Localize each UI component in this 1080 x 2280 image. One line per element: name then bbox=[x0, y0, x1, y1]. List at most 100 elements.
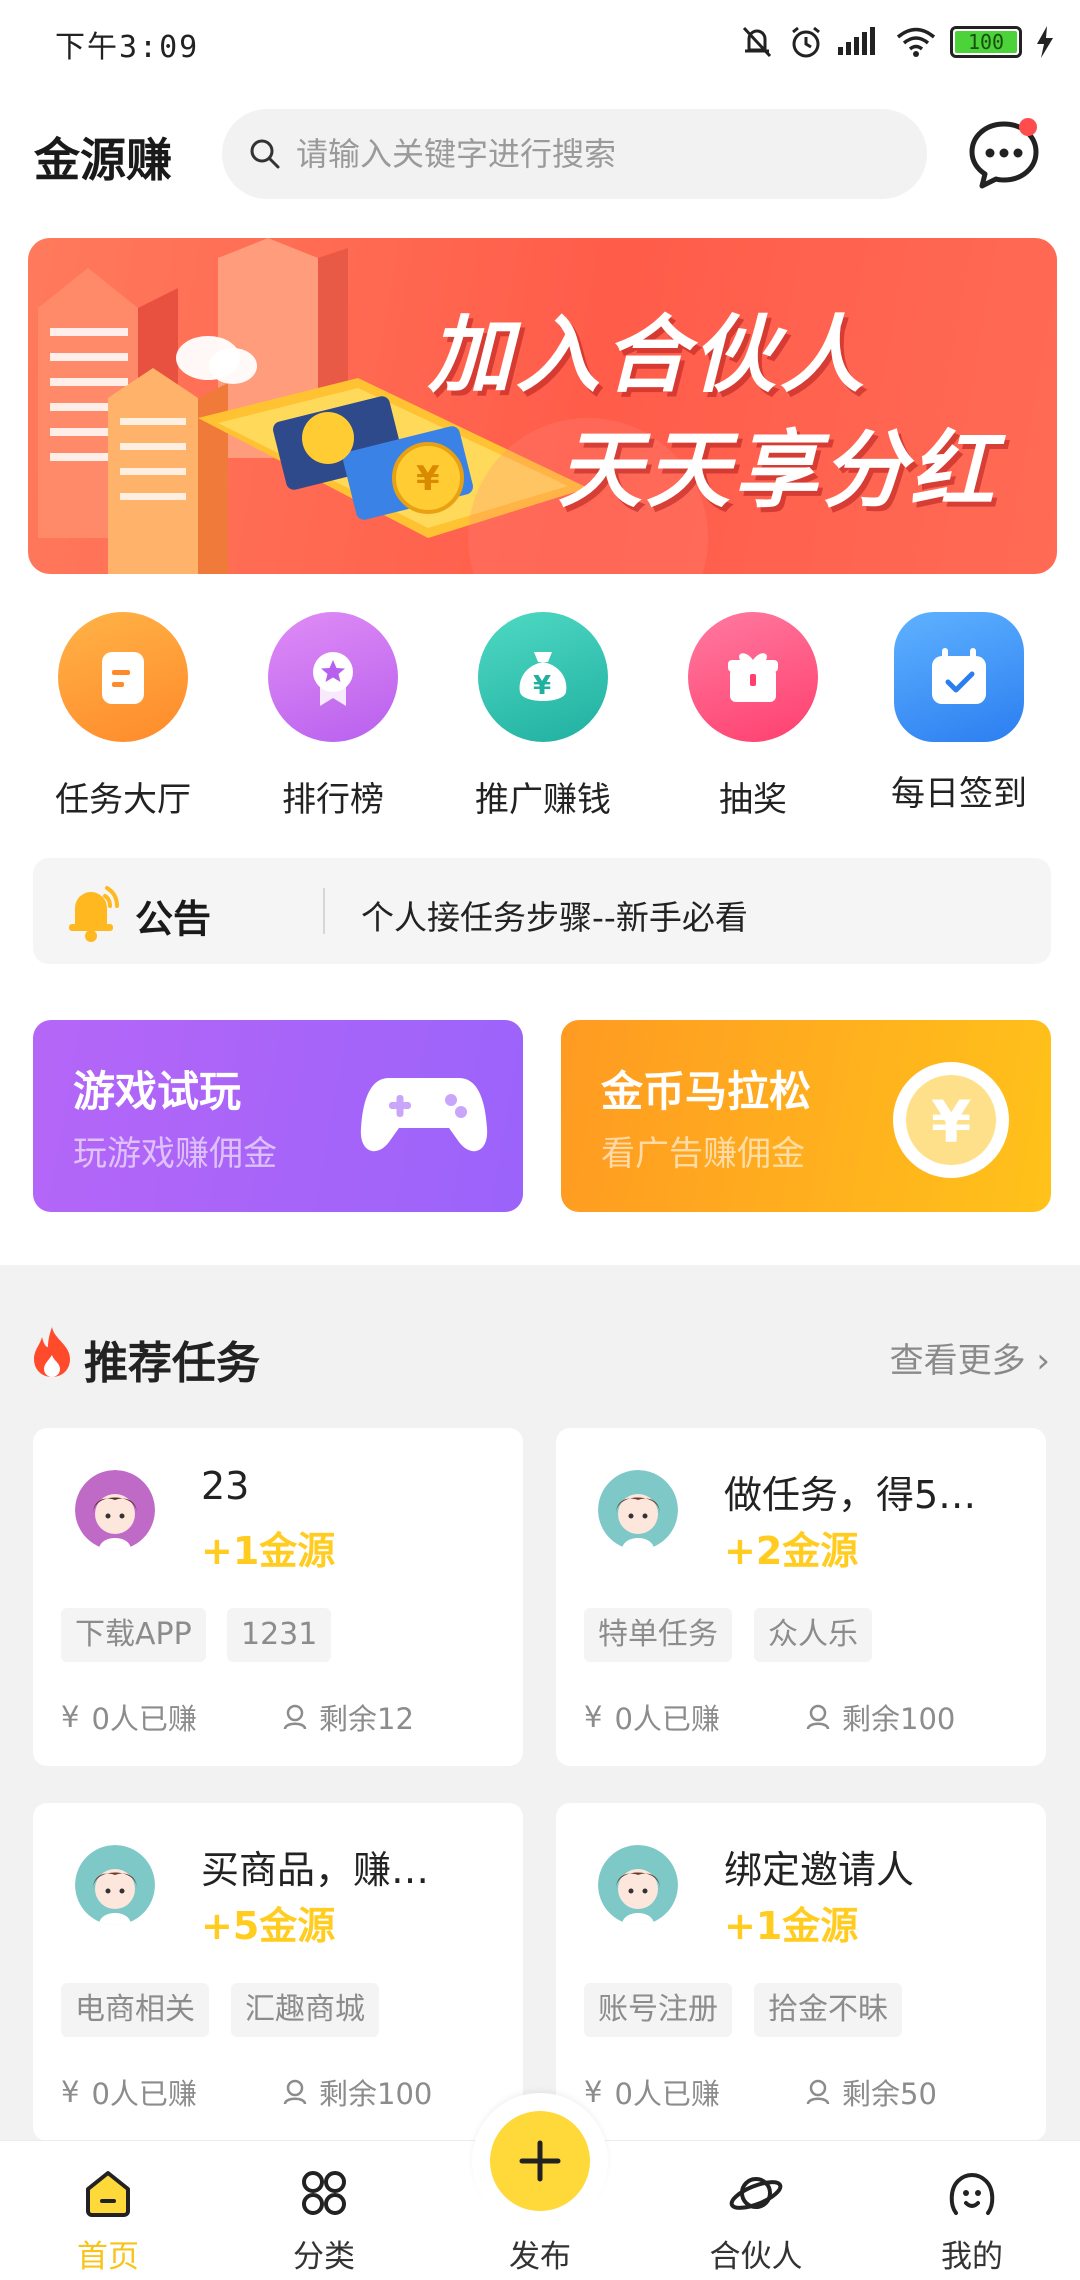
quick-nav-task-hall[interactable]: 任务大厅 bbox=[28, 610, 218, 825]
promo-title: 游戏试玩 bbox=[73, 1067, 242, 1116]
promo-banner[interactable]: ¥ 加入合伙人 天天享分红 bbox=[28, 238, 1057, 574]
quick-nav: 任务大厅 排行榜 ¥ 推广赚钱 抽奖 每日签到 bbox=[0, 610, 1080, 825]
recommended-header: 推荐任务 查看更多 › bbox=[30, 1325, 1050, 1389]
task-reward: +1金源 bbox=[724, 1904, 859, 1948]
profile-icon bbox=[949, 2173, 995, 2215]
view-more-label: 查看更多 bbox=[889, 1341, 1026, 1381]
promo-game-trial[interactable]: 游戏试玩 玩游戏赚佣金 bbox=[33, 1020, 523, 1212]
task-tag: 众人乐 bbox=[754, 1608, 872, 1662]
money-bag-icon: ¥ bbox=[478, 612, 608, 742]
quick-nav-label: 任务大厅 bbox=[55, 780, 191, 820]
person-icon bbox=[806, 2079, 830, 2105]
task-title: 绑定邀请人 bbox=[724, 1848, 915, 1892]
bottom-nav: 首页 分类 发布 合伙人 我的 bbox=[0, 2093, 1080, 2280]
search-input[interactable] bbox=[296, 135, 896, 173]
task-remaining: 剩余100 bbox=[283, 2071, 432, 2113]
status-bar: 下午3:09 100 bbox=[0, 0, 1080, 82]
quick-nav-promote[interactable]: ¥ 推广赚钱 bbox=[448, 610, 638, 825]
task-title: 做任务，得5… bbox=[724, 1473, 977, 1517]
quick-nav-lottery[interactable]: 抽奖 bbox=[658, 610, 848, 825]
calendar-check-icon bbox=[894, 612, 1024, 742]
search-bar[interactable] bbox=[222, 109, 927, 199]
app-title: 金源赚 bbox=[34, 133, 172, 187]
header: 金源赚 bbox=[0, 100, 1080, 210]
plus-icon bbox=[519, 2140, 561, 2182]
yuan-icon: ¥ bbox=[584, 1700, 603, 1734]
task-tag: 下载APP bbox=[61, 1608, 206, 1662]
notice-divider bbox=[323, 888, 325, 934]
task-card[interactable]: 绑定邀请人 +1金源 账号注册 拾金不昧 ¥0人已赚 剩余50 bbox=[556, 1803, 1046, 2141]
nav-partner[interactable]: 合伙人 bbox=[648, 2141, 864, 2280]
task-title: 23 bbox=[201, 1464, 250, 1508]
task-tag: 特单任务 bbox=[584, 1608, 732, 1662]
avatar bbox=[598, 1470, 678, 1550]
task-card[interactable]: 买商品，赚… +5金源 电商相关 汇趣商城 ¥0人已赚 剩余100 bbox=[33, 1803, 523, 2141]
notice-bar[interactable]: 公告 个人接任务步骤--新手必看 bbox=[33, 858, 1051, 964]
task-remaining: 剩余50 bbox=[806, 2071, 937, 2113]
task-tag: 汇趣商城 bbox=[231, 1983, 379, 2037]
quick-nav-label: 每日签到 bbox=[891, 774, 1027, 814]
task-earned: ¥0人已赚 bbox=[61, 1696, 197, 1738]
person-icon bbox=[806, 1704, 830, 1730]
view-more-link[interactable]: 查看更多 › bbox=[890, 1333, 1050, 1382]
battery-level: 100 bbox=[967, 30, 1005, 54]
nav-home[interactable]: 首页 bbox=[0, 2141, 216, 2280]
task-earned: ¥0人已赚 bbox=[584, 1696, 720, 1738]
notice-text[interactable]: 个人接任务步骤--新手必看 bbox=[361, 891, 748, 939]
nav-label: 合伙人 bbox=[709, 2239, 803, 2275]
nav-label: 我的 bbox=[941, 2239, 1003, 2275]
home-icon bbox=[86, 2171, 130, 2217]
signal-icon bbox=[838, 27, 875, 55]
task-tag: 1231 bbox=[227, 1608, 332, 1662]
task-tag: 电商相关 bbox=[61, 1983, 209, 2037]
chevron-right-icon: › bbox=[1025, 1341, 1050, 1381]
task-earned-text: 0人已赚 bbox=[91, 2077, 197, 2111]
nav-publish[interactable]: 发布 bbox=[432, 2111, 648, 2280]
task-earned: ¥0人已赚 bbox=[584, 2071, 720, 2113]
task-card[interactable]: 做任务，得5… +2金源 特单任务 众人乐 ¥0人已赚 剩余100 bbox=[556, 1428, 1046, 1766]
task-remaining-text: 剩余100 bbox=[319, 2077, 433, 2111]
publish-button[interactable] bbox=[490, 2111, 590, 2211]
nav-label: 首页 bbox=[77, 2239, 139, 2275]
svg-text:¥: ¥ bbox=[533, 671, 551, 701]
task-remaining-text: 剩余50 bbox=[842, 2077, 937, 2111]
alarm-icon bbox=[792, 26, 820, 58]
ranking-icon bbox=[268, 612, 398, 742]
yuan-icon: ¥ bbox=[61, 1700, 80, 1734]
quick-nav-ranking[interactable]: 排行榜 bbox=[238, 610, 428, 825]
nav-profile[interactable]: 我的 bbox=[864, 2141, 1080, 2280]
task-earned-text: 0人已赚 bbox=[614, 1702, 720, 1736]
avatar bbox=[75, 1470, 155, 1550]
svg-text:¥: ¥ bbox=[416, 459, 440, 499]
promo-subtitle: 玩游戏赚佣金 bbox=[73, 1134, 277, 1174]
quick-nav-checkin[interactable]: 每日签到 bbox=[864, 610, 1054, 825]
charging-icon bbox=[1037, 26, 1053, 58]
notice-title: 公告 bbox=[135, 897, 212, 941]
category-icon bbox=[302, 2171, 346, 2215]
task-tag: 拾金不昧 bbox=[754, 1983, 902, 2037]
message-button[interactable] bbox=[966, 116, 1042, 192]
recommended-section: 推荐任务 查看更多 › 23 +1金源 下载APP 1231 ¥0人已赚 剩余1… bbox=[0, 1265, 1080, 2141]
avatar bbox=[598, 1845, 678, 1925]
status-time: 下午3:09 bbox=[55, 30, 200, 65]
task-remaining: 剩余12 bbox=[283, 1696, 414, 1738]
planet-icon bbox=[729, 2177, 783, 2210]
nav-category[interactable]: 分类 bbox=[216, 2141, 432, 2280]
person-icon bbox=[283, 1704, 307, 1730]
task-earned-text: 0人已赚 bbox=[91, 1702, 197, 1736]
promo-coin-marathon[interactable]: 金币马拉松 看广告赚佣金 ¥ bbox=[561, 1020, 1051, 1212]
banner-headline-2: 天天享分红 bbox=[558, 421, 999, 519]
person-icon bbox=[283, 2079, 307, 2105]
quick-nav-label: 抽奖 bbox=[719, 780, 787, 820]
fire-icon bbox=[34, 1327, 70, 1377]
task-card[interactable]: 23 +1金源 下载APP 1231 ¥0人已赚 剩余12 bbox=[33, 1428, 523, 1766]
battery-icon: 100 bbox=[950, 26, 1022, 58]
nav-label: 分类 bbox=[293, 2239, 355, 2275]
bell-icon bbox=[69, 886, 119, 942]
status-icons: 100 bbox=[740, 22, 1054, 62]
svg-text:¥: ¥ bbox=[931, 1088, 971, 1156]
wifi-icon bbox=[896, 27, 936, 57]
chat-bubble-icon bbox=[969, 118, 1039, 189]
yuan-coin-icon: ¥ bbox=[893, 1062, 1009, 1178]
task-remaining-text: 剩余100 bbox=[842, 1702, 956, 1736]
